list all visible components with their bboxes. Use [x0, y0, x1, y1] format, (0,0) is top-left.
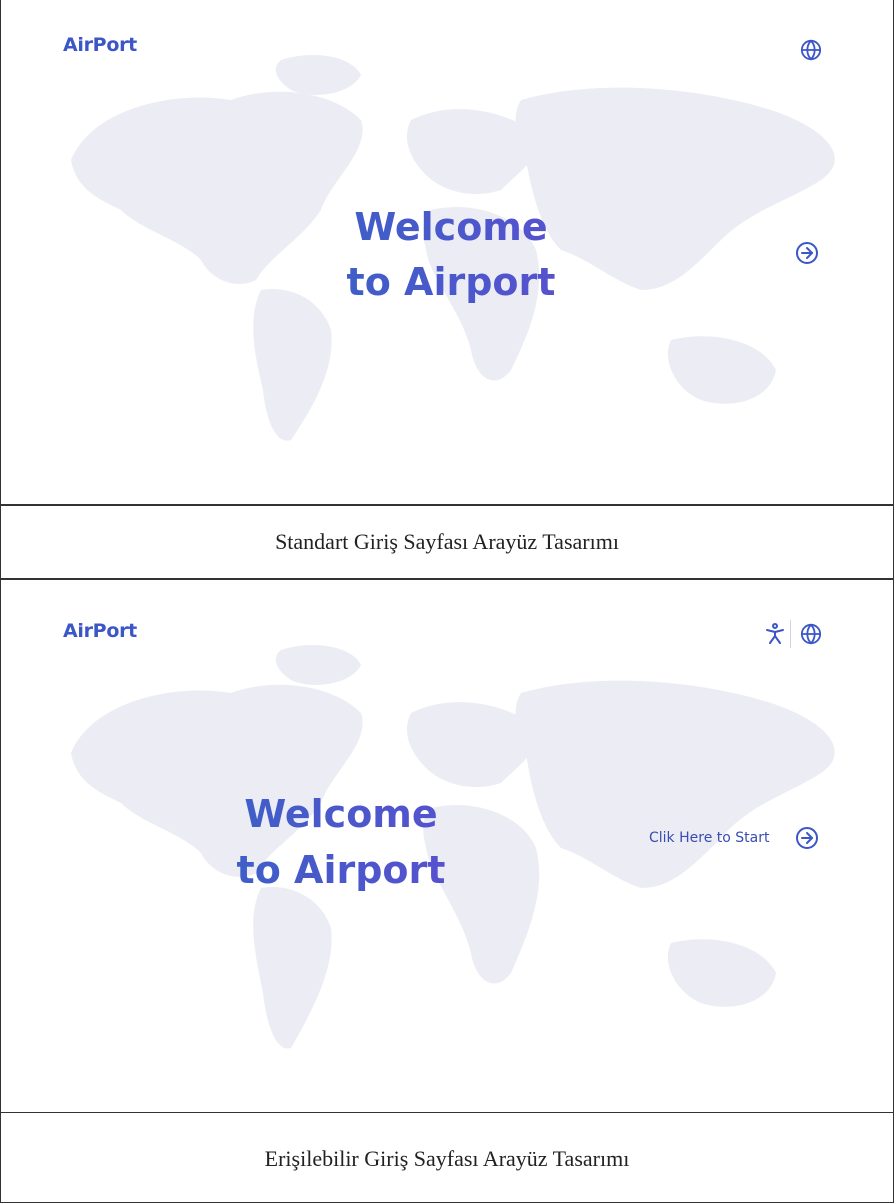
accessible-caption-box: Erişilebilir Giriş Sayfası Arayüz Tasarı…: [0, 1112, 894, 1203]
accessible-welcome-screen: AirPort Welcome to Airport Clik Here to …: [0, 579, 894, 1113]
standard-welcome-screen: AirPort Welcome to Airport: [0, 0, 894, 505]
globe-icon[interactable]: [800, 623, 822, 645]
welcome-line-1: Welcome: [354, 205, 548, 249]
airport-logo[interactable]: AirPort: [63, 34, 137, 56]
welcome-line-1: Welcome: [244, 792, 438, 836]
header-divider: [790, 620, 791, 648]
arrow-right-circle-icon[interactable]: [795, 826, 819, 850]
welcome-line-2: to Airport: [346, 260, 556, 304]
standard-caption-box: Standart Giriş Sayfası Arayüz Tasarımı: [0, 505, 894, 579]
standard-caption: Standart Giriş Sayfası Arayüz Tasarımı: [275, 529, 619, 554]
arrow-right-circle-icon[interactable]: [795, 241, 819, 265]
welcome-line-2: to Airport: [236, 848, 446, 892]
welcome-heading: Welcome to Airport: [191, 786, 491, 898]
accessibility-icon[interactable]: [765, 623, 785, 645]
airport-logo[interactable]: AirPort: [63, 620, 137, 642]
accessible-caption: Erişilebilir Giriş Sayfası Arayüz Tasarı…: [264, 1146, 630, 1171]
globe-icon[interactable]: [800, 39, 822, 61]
start-link-label[interactable]: Clik Here to Start: [649, 830, 769, 846]
welcome-heading: Welcome to Airport: [301, 200, 601, 310]
